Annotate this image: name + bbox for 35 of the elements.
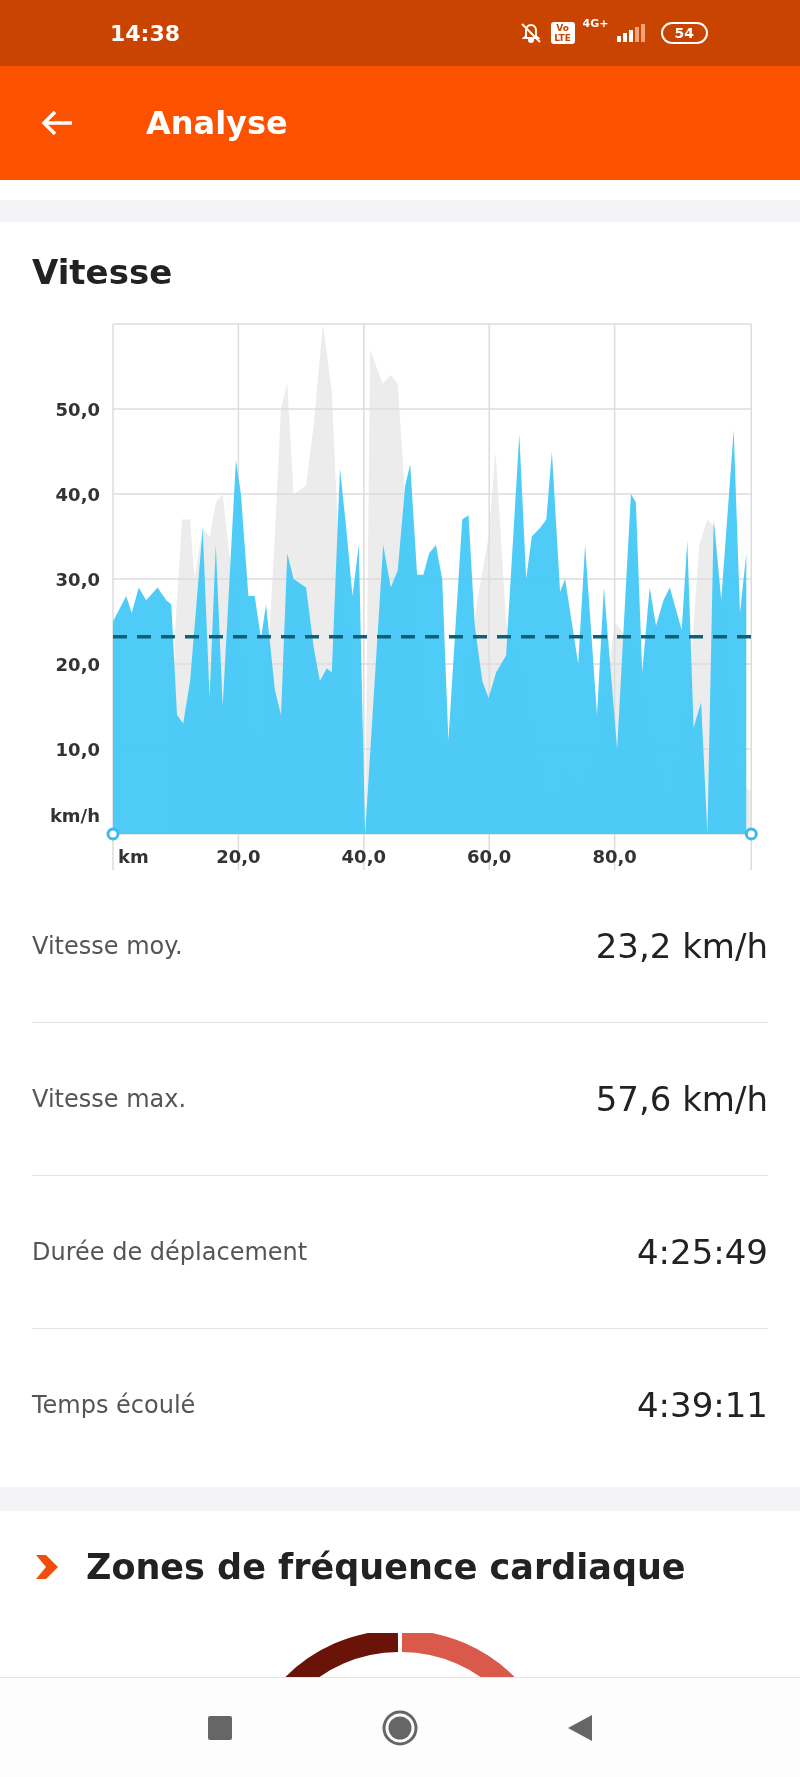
y-tick-label: 10,0 — [55, 739, 100, 760]
recents-icon[interactable] — [208, 1715, 232, 1740]
battery-indicator: 54 — [660, 22, 708, 44]
bell-muted-icon — [518, 21, 543, 45]
stat-value: 4:39:11 — [636, 1385, 768, 1425]
y-tick-label: 30,0 — [55, 569, 100, 590]
x-tick-label: 80,0 — [592, 846, 637, 867]
stat-label: Vitesse moy. — [32, 932, 183, 960]
y-tick-label: 40,0 — [55, 484, 100, 505]
stat-value: 23,2 km/h — [595, 926, 768, 966]
section-title[interactable]: Zones de fréquence cardiaque — [86, 1547, 686, 1587]
x-tick-label: 40,0 — [341, 846, 386, 867]
y-axis-label: km/h — [49, 805, 100, 826]
stat-label: Temps écoulé — [32, 1391, 196, 1419]
network-type: 4G+ — [582, 17, 609, 30]
range-handle[interactable] — [106, 827, 120, 841]
chevron-icon — [36, 1555, 58, 1579]
section-title: Vitesse — [32, 251, 174, 294]
x-axis-label: km — [118, 846, 149, 867]
stat-value: 57,6 km/h — [595, 1079, 768, 1119]
volte-badge: Vo LTE — [550, 22, 575, 44]
back-icon[interactable] — [568, 1714, 592, 1741]
x-tick-label: 20,0 — [216, 846, 261, 867]
y-tick-label: 50,0 — [55, 399, 100, 420]
status-time: 14:38 — [110, 20, 181, 46]
signal-icon — [616, 24, 645, 42]
stat-value: 4:25:49 — [636, 1232, 768, 1272]
home-icon[interactable] — [382, 1709, 418, 1746]
stat-label: Durée de déplacement — [32, 1238, 308, 1266]
y-tick-label: 20,0 — [55, 654, 100, 675]
x-tick-label: 60,0 — [467, 846, 512, 867]
screen-title: Analyse — [146, 104, 288, 142]
back-arrow-icon[interactable] — [40, 109, 74, 137]
range-handle[interactable] — [744, 827, 758, 841]
stat-label: Vitesse max. — [32, 1085, 187, 1113]
